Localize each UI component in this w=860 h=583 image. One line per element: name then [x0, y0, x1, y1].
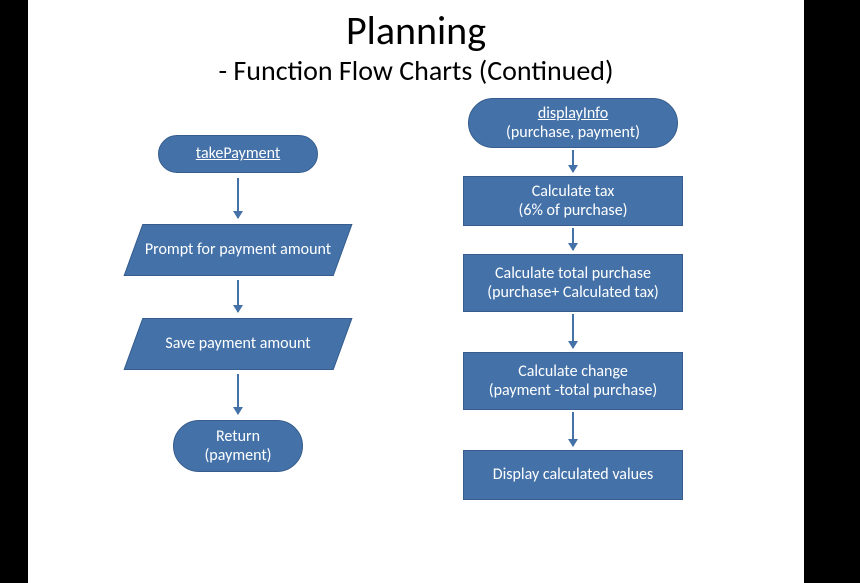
process-calculate-total-l1: Calculate total purchase — [495, 264, 651, 283]
arrow-icon — [237, 178, 239, 218]
arrow-icon — [572, 150, 574, 172]
terminator-return-label-2: (payment) — [204, 446, 271, 465]
slide: Planning - Function Flow Charts (Continu… — [28, 0, 804, 583]
slide-title: Planning — [28, 0, 804, 55]
terminator-displayinfo-label-2: (purchase, payment) — [506, 123, 640, 142]
terminator-displayinfo-label-1: displayInfo — [538, 104, 608, 123]
arrow-icon — [237, 374, 239, 414]
terminator-displayinfo: displayInfo (purchase, payment) — [468, 98, 678, 148]
process-calculate-total-l2: (purchase+ Calculated tax) — [487, 283, 659, 302]
process-calculate-change: Calculate change (payment -total purchas… — [463, 352, 683, 410]
io-prompt-payment-label: Prompt for payment amount — [145, 240, 331, 259]
terminator-takepayment: takePayment — [158, 135, 318, 173]
arrow-icon — [572, 228, 574, 250]
process-calculate-tax-l2: (6% of purchase) — [518, 201, 627, 220]
process-calculate-change-l1: Calculate change — [518, 362, 628, 381]
terminator-return-label-1: Return — [216, 427, 260, 446]
arrow-icon — [572, 412, 574, 446]
process-calculate-tax: Calculate tax (6% of purchase) — [463, 176, 683, 226]
io-save-payment-label: Save payment amount — [165, 334, 310, 353]
terminator-return: Return (payment) — [173, 420, 303, 472]
io-save-payment: Save payment amount — [124, 318, 353, 370]
process-display-values: Display calculated values — [463, 450, 683, 500]
process-calculate-tax-l1: Calculate tax — [532, 182, 615, 201]
process-calculate-change-l2: (payment -total purchase) — [489, 381, 658, 400]
slide-subtitle: - Function Flow Charts (Continued) — [28, 53, 804, 88]
process-display-values-label: Display calculated values — [493, 465, 654, 484]
process-calculate-total: Calculate total purchase (purchase+ Calc… — [463, 254, 683, 312]
arrow-icon — [237, 280, 239, 312]
arrow-icon — [572, 314, 574, 348]
terminator-takepayment-label: takePayment — [196, 144, 280, 163]
io-prompt-payment: Prompt for payment amount — [124, 224, 353, 276]
